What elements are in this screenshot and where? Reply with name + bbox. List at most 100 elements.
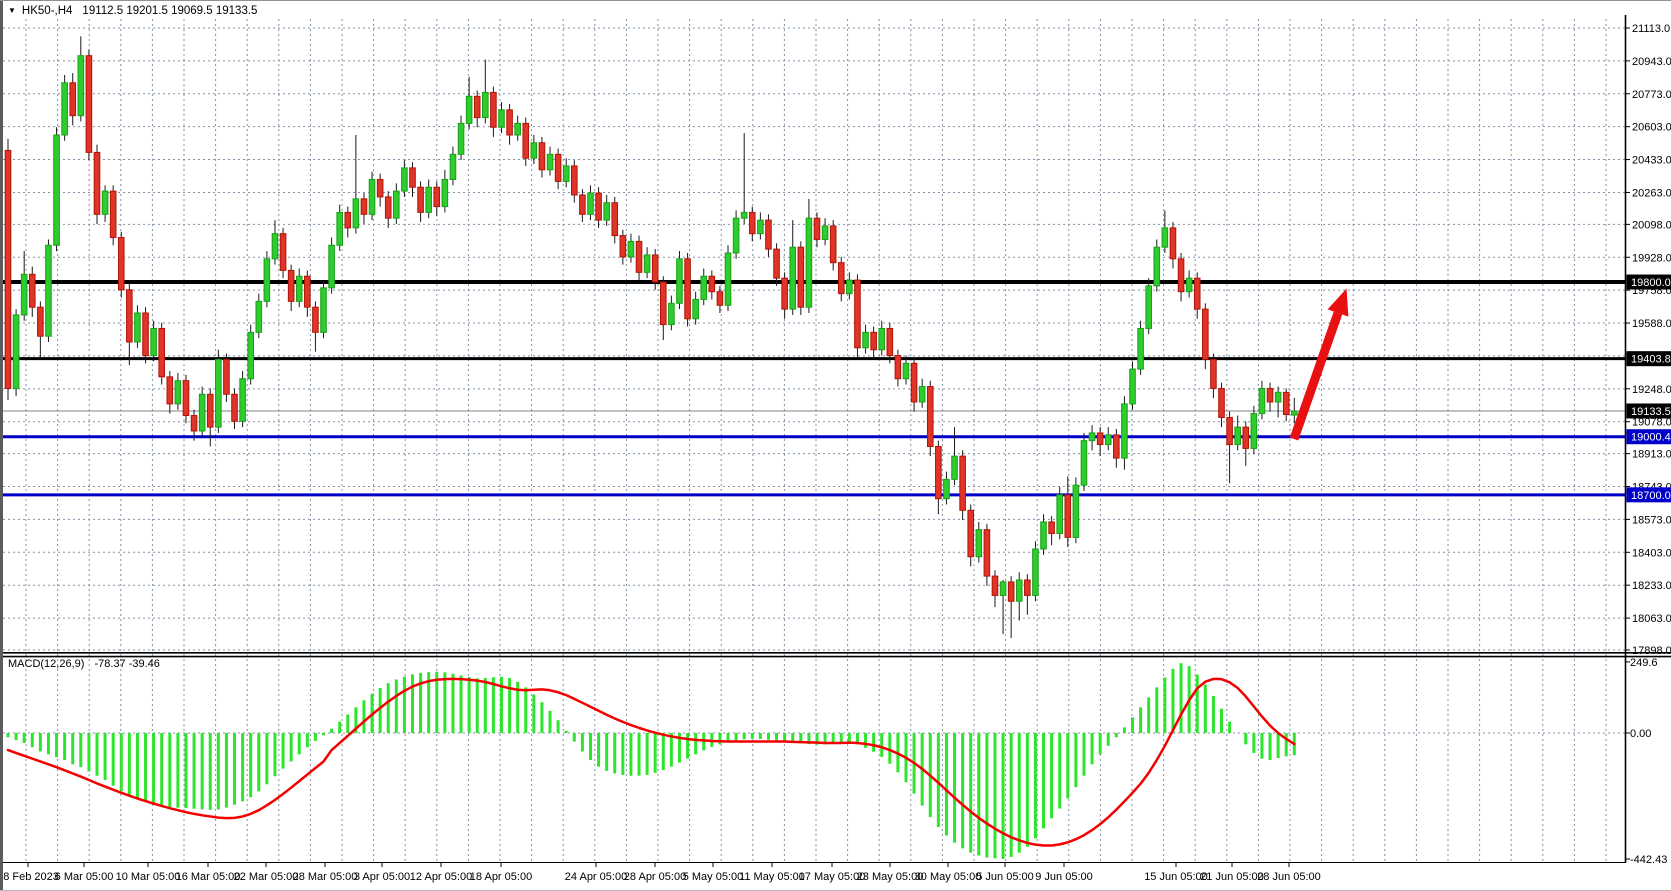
bullish-candle [806,218,812,307]
bearish-candle [895,356,901,379]
bullish-candle [588,193,594,214]
bearish-candle [143,313,149,356]
price-badge-label: 19403.8 [1631,354,1671,366]
bullish-candle [1130,369,1136,404]
bearish-candle [782,278,788,309]
bearish-candle [385,197,391,218]
bearish-candle [960,456,966,510]
price-tick-label: 20603.0 [1632,122,1671,134]
price-tick-label: 19248.0 [1632,384,1671,396]
bearish-candle [1065,495,1071,538]
bullish-candle [952,456,958,479]
bullish-candle [1146,286,1152,329]
time-tick-label: 9 Jun 05:00 [1035,871,1093,883]
bullish-candle [151,328,157,355]
bullish-candle [1000,582,1006,596]
annotation-arrow[interactable] [1294,288,1348,439]
bullish-candle [547,154,553,169]
bearish-candle [871,332,877,349]
macd-axis-label: 249.6 [1630,657,1658,669]
bullish-candle [531,143,537,158]
bullish-candle [677,259,683,303]
price-tick-label: 17898.0 [1632,645,1671,657]
bullish-candle [394,191,400,218]
bearish-candle [29,274,35,307]
bullish-candle [102,191,108,214]
bullish-candle [426,187,432,212]
bullish-candle [644,255,650,272]
price-badge-label: 19000.4 [1631,432,1671,444]
bearish-candle [539,143,545,170]
symbol-dropdown-icon[interactable]: ▼ [8,6,16,16]
bullish-candle [1016,580,1022,601]
bearish-candle [434,187,440,206]
bullish-candle [1033,549,1039,595]
bullish-candle [1292,411,1298,415]
bearish-candle [766,220,772,249]
bearish-candle [305,276,311,307]
bearish-candle [491,92,497,127]
bullish-candle [758,220,764,234]
bullish-candle [701,276,707,299]
gridlines [3,19,1626,862]
time-tick-label: 28 Mar 05:00 [293,871,358,883]
chart-window: ▼ HK50-,H4 19112.5 19201.5 19069.5 19133… [0,0,1671,891]
bearish-candle [1049,522,1055,534]
bearish-candle [1211,359,1217,388]
bearish-candle [798,247,804,307]
bearish-candle [774,249,780,278]
bearish-candle [507,110,513,135]
bearish-candle [936,446,942,498]
bearish-candle [580,195,586,214]
bearish-candle [1203,309,1209,359]
time-tick-label: 17 May 05:00 [799,871,866,883]
time-tick-label: 28 Jun 05:00 [1257,871,1321,883]
bullish-candle [337,212,343,245]
bearish-candle [86,56,92,153]
bullish-candle [216,359,222,427]
bearish-candle [838,263,844,294]
bearish-candle [1227,417,1233,444]
price-tick-label: 18063.0 [1632,613,1671,625]
bullish-candle [175,381,181,404]
macd-name: MACD(12,26,9) [8,658,84,670]
bearish-candle [911,363,917,402]
chart-canvas[interactable]: 21113.020943.020773.020603.020433.020263… [0,1,1671,890]
bearish-candle [191,416,197,431]
price-axis[interactable]: 21113.020943.020773.020603.020433.020263… [1626,23,1671,866]
time-tick-label: 30 May 05:00 [915,871,982,883]
bearish-candle [660,282,666,325]
bearish-candle [717,292,723,306]
price-tick-label: 18403.0 [1632,547,1671,559]
bearish-candle [280,234,286,271]
bearish-candle [183,381,189,416]
time-tick-label: 5 May 05:00 [683,871,744,883]
bullish-candle [944,479,950,498]
bearish-candle [377,179,383,196]
bullish-candle [693,299,699,318]
bearish-candle [1114,435,1120,458]
bearish-candle [652,255,658,282]
symbol-timeframe-label: HK50-,H4 [22,5,73,17]
bullish-candle [1154,247,1160,286]
arrow-head [1328,288,1349,316]
time-axis[interactable]: 28 Feb 20236 Mar 05:0010 Mar 05:0016 Mar… [0,863,1321,883]
bearish-candle [1008,582,1014,601]
bullish-candle [46,245,52,336]
price-tick-label: 18233.0 [1632,580,1671,592]
bearish-candle [118,238,124,290]
bearish-candle [1194,278,1200,309]
macd-indicator-label: MACD(12,26,9) -78.37 -39.46 [8,658,160,670]
chart-title-bar: ▼ HK50-,H4 19112.5 19201.5 19069.5 19133… [8,4,257,18]
bullish-candle [563,166,569,181]
bearish-candle [410,168,416,187]
bullish-candle [976,530,982,557]
bearish-candle [207,394,213,427]
bullish-candle [272,234,278,259]
bullish-candle [248,332,254,378]
bearish-candle [127,290,133,342]
price-badge-label: 18700.0 [1631,490,1671,502]
bullish-candle [135,313,141,342]
price-tick-label: 19078.0 [1632,417,1671,429]
price-tick-label: 18573.0 [1632,514,1671,526]
